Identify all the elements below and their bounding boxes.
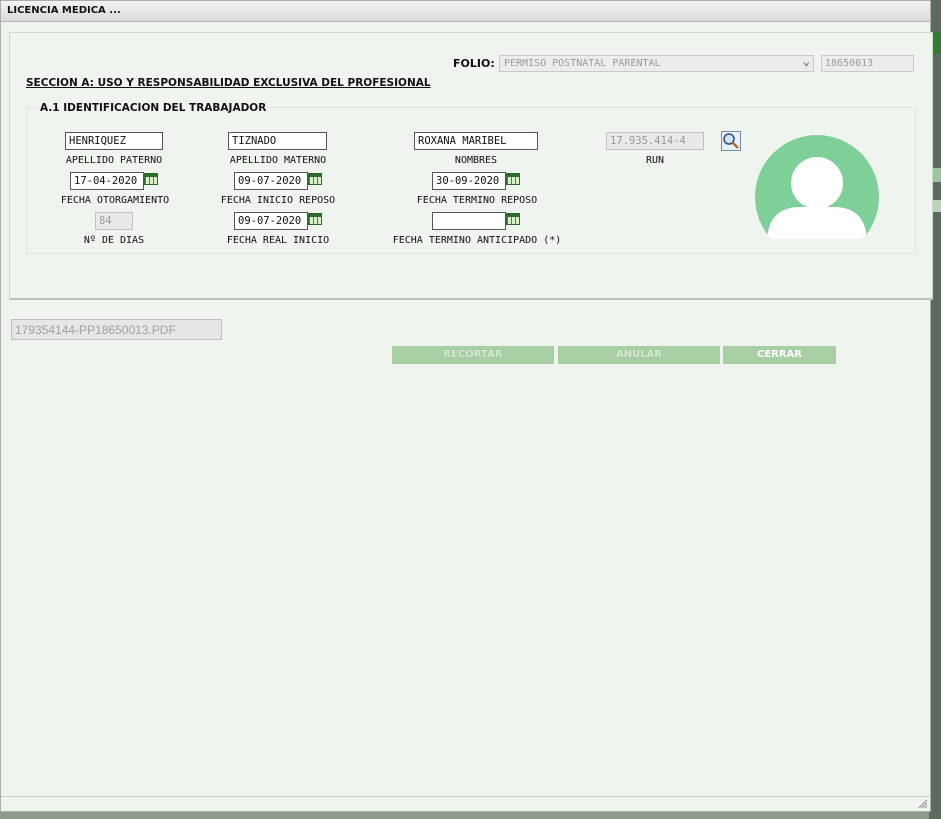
nombres-label: NOMBRES xyxy=(454,155,498,166)
fecha-otorgamiento-input[interactable]: 17-04-2020 xyxy=(70,172,144,190)
fecha-termino-anticipado-input[interactable] xyxy=(432,212,506,230)
folio-type-select[interactable]: PERMISO POSTNATAL PARENTAL ⌄ xyxy=(499,54,814,72)
fecha-termino-anticipado-label: FECHA TERMINO ANTICIPADO (*) xyxy=(392,235,562,246)
calendar-icon[interactable] xyxy=(506,173,520,185)
status-divider xyxy=(1,796,930,797)
recortar-button[interactable]: RECORTAR xyxy=(392,346,554,364)
background-accent xyxy=(933,168,941,182)
calendar-icon[interactable] xyxy=(308,213,322,225)
dialog-window: LICENCIA MEDICA ... FOLIO: PERMISO POSTN… xyxy=(0,0,933,812)
cerrar-button[interactable]: CERRAR xyxy=(723,346,836,364)
background-accent xyxy=(933,200,941,212)
apellido-materno-label: APELLIDO MATERNO xyxy=(229,155,327,166)
fecha-termino-reposo-label: FECHA TERMINO REPOSO xyxy=(416,195,538,206)
section-title: SECCION A: USO Y RESPONSABILIDAD EXCLUSI… xyxy=(26,77,431,89)
dias-input[interactable]: 84 xyxy=(95,212,133,230)
run-label: RUN xyxy=(645,155,665,166)
fecha-inicio-reposo-input[interactable]: 09-07-2020 xyxy=(234,172,308,190)
calendar-icon[interactable] xyxy=(308,173,322,185)
calendar-icon[interactable] xyxy=(144,173,158,185)
calendar-icon[interactable] xyxy=(506,213,520,225)
folio-label: FOLIO: xyxy=(453,57,495,70)
resize-grip-icon[interactable] xyxy=(918,799,928,809)
dias-label: Nº DE DIAS xyxy=(83,235,145,246)
search-icon[interactable] xyxy=(721,131,741,151)
fecha-otorgamiento-label: FECHA OTORGAMIENTO xyxy=(60,195,170,206)
background-accent xyxy=(933,32,941,54)
folio-number-field[interactable]: 18650013 xyxy=(821,55,914,72)
anular-button[interactable]: ANULAR xyxy=(558,346,720,364)
fecha-real-inicio-label: FECHA REAL INICIO xyxy=(226,235,330,246)
apellido-paterno-input[interactable]: HENRIQUEZ xyxy=(65,132,163,150)
fecha-real-inicio-input[interactable]: 09-07-2020 xyxy=(234,212,308,230)
run-input[interactable]: 17.935.414-4 xyxy=(606,132,704,150)
apellido-paterno-label: APELLIDO PATERNO xyxy=(65,155,163,166)
attachment-filename-field[interactable]: 179354144-PP18650013.PDF xyxy=(11,319,222,340)
apellido-materno-input[interactable]: TIZNADO xyxy=(228,132,327,150)
chevron-down-icon: ⌄ xyxy=(802,54,810,68)
fieldset-legend: A.1 IDENTIFICACION DEL TRABAJADOR xyxy=(37,102,270,114)
dialog-titlebar[interactable]: LICENCIA MEDICA ... xyxy=(1,1,930,22)
folio-type-value: PERMISO POSTNATAL PARENTAL xyxy=(504,58,661,69)
nombres-input[interactable]: ROXANA MARIBEL xyxy=(414,132,538,150)
fecha-termino-reposo-input[interactable]: 30-09-2020 xyxy=(432,172,506,190)
dialog-title: LICENCIA MEDICA ... xyxy=(7,5,121,16)
avatar-placeholder-icon xyxy=(753,135,881,243)
fecha-inicio-reposo-label: FECHA INICIO REPOSO xyxy=(220,195,336,206)
